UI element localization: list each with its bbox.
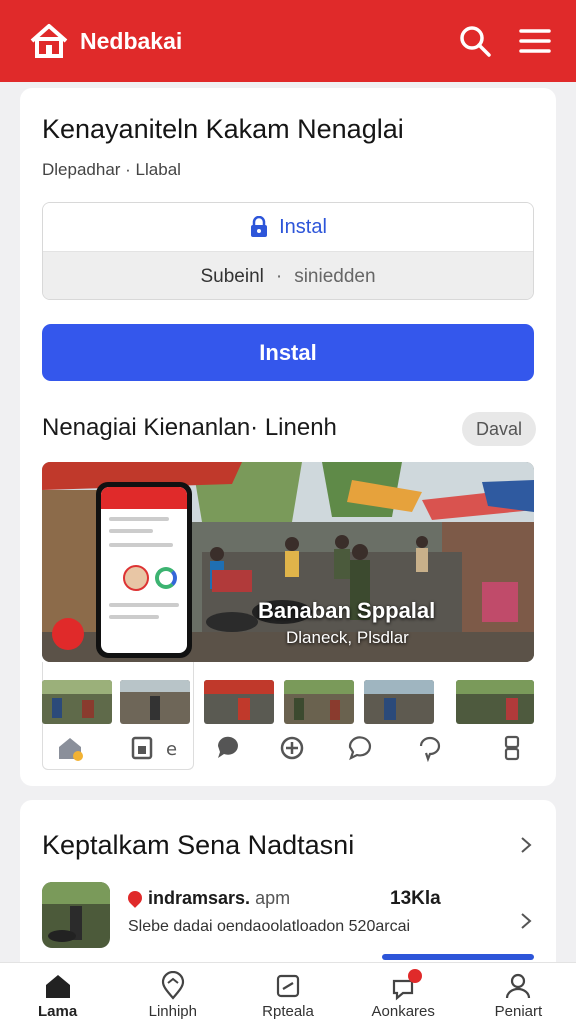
install-sub-row[interactable]: Subeinl · siniedden: [43, 252, 533, 299]
thumbnail[interactable]: [120, 680, 190, 724]
home-icon: [45, 975, 70, 998]
phone-screen: [101, 487, 187, 653]
reply-icon[interactable]: [416, 734, 444, 762]
thumbnail[interactable]: [204, 680, 274, 724]
plus-circle-icon[interactable]: [278, 734, 306, 762]
install-sub-right: siniedden: [294, 265, 376, 287]
phone-header: [101, 487, 187, 509]
menu-icon[interactable]: [518, 24, 552, 58]
preview-caption-sub: Dlaneck, Plsdlar: [286, 628, 409, 647]
install-options-box: Instal Subeinl · siniedden: [42, 202, 534, 300]
related-app-thumbnail[interactable]: [42, 882, 110, 948]
related-app-image: [42, 882, 110, 948]
chat-icon[interactable]: [214, 734, 242, 762]
screenshot-thumbnails: [42, 680, 534, 724]
related-app-size: 13Kla: [390, 888, 441, 909]
install-row[interactable]: Instal: [43, 203, 533, 252]
home-logo-icon[interactable]: [28, 20, 70, 62]
phone-text-line: [109, 543, 173, 547]
user-icon: [506, 973, 531, 999]
nav-item-location[interactable]: Linhiph: [115, 963, 230, 1024]
separator-dot: ·: [275, 265, 283, 287]
svg-text:e: e: [166, 739, 177, 760]
preview-image[interactable]: Banaban Sppalal Dlaneck, Plsdlar: [42, 462, 534, 662]
related-progress-bar: [382, 954, 534, 960]
related-app-description: Slebe dadai oendaoolatloadon 520arcai: [128, 918, 411, 935]
home-icon[interactable]: [56, 734, 84, 762]
nav-label: Rpteala: [262, 1003, 314, 1020]
preview-toolbar: e: [42, 728, 534, 772]
phone-progress-ring: [155, 567, 177, 589]
app-brand-name: Nedbakai: [80, 27, 183, 54]
install-button[interactable]: Instal: [42, 324, 534, 381]
nav-label: Linhiph: [148, 1003, 197, 1020]
nav-item-box[interactable]: Rpteala: [230, 963, 345, 1024]
map-pin-icon: [161, 971, 184, 1000]
phone-avatar: [123, 565, 149, 591]
preview-section-title: Nenagiai Kienanlan· Linenh: [42, 414, 337, 441]
app-detail-card: Kenayaniteln Kakam Nenaglai Dlepadhar · …: [20, 88, 556, 786]
thumbnail[interactable]: [364, 680, 434, 724]
phone-mockup: [96, 482, 192, 658]
top-app-bar: Nedbakai: [0, 0, 576, 82]
bottom-navigation: Lama Linhiph Rpteala Aonkares Peniart: [0, 962, 576, 1024]
thumbnail[interactable]: [284, 680, 354, 724]
related-app-name-row[interactable]: indramsars. apm: [125, 888, 291, 909]
app-meta: Dlepadhar · Llabal: [42, 160, 181, 179]
phone-text-line: [109, 529, 153, 533]
preview-caption: Banaban Sppalal: [258, 598, 436, 623]
device-icon[interactable]: [498, 734, 526, 762]
nav-label: Lama: [38, 1003, 78, 1020]
comment-icon[interactable]: [346, 734, 374, 762]
nav-label: Aonkares: [371, 1003, 435, 1020]
related-app-name-sub: apm: [255, 888, 291, 908]
phone-text-line: [109, 603, 179, 607]
lock-icon: [251, 216, 268, 237]
app-title: Kenayaniteln Kakam Nenaglai: [42, 114, 404, 144]
box-icon: [276, 974, 300, 998]
thumbnail[interactable]: [42, 680, 112, 724]
phone-text-line: [109, 517, 169, 521]
phone-text-line: [109, 615, 159, 619]
nav-item-home[interactable]: Lama: [0, 963, 115, 1024]
floating-action-icon[interactable]: [52, 618, 84, 650]
install-row-label: Instal: [279, 215, 327, 238]
related-section-title: Keptalkam Sena Nadtasni: [42, 830, 355, 860]
file-icon[interactable]: [128, 734, 156, 762]
nav-item-profile[interactable]: Peniart: [461, 963, 576, 1024]
text-icon[interactable]: e: [160, 734, 188, 762]
thumbnail[interactable]: [456, 680, 534, 724]
chevron-right-icon[interactable]: [518, 834, 534, 856]
install-sub-left: Subeinl: [200, 265, 264, 287]
chevron-right-icon[interactable]: [518, 910, 534, 932]
nav-item-notifications[interactable]: Aonkares: [346, 963, 461, 1024]
nav-label: Peniart: [494, 1003, 543, 1020]
map-pin-icon: [125, 888, 145, 908]
preview-chip[interactable]: Daval: [462, 412, 536, 446]
notification-badge: [407, 969, 422, 983]
related-app-name: indramsars.: [148, 888, 251, 908]
related-apps-card: Keptalkam Sena Nadtasni indramsars. apm …: [20, 800, 556, 980]
search-icon[interactable]: [458, 24, 492, 58]
